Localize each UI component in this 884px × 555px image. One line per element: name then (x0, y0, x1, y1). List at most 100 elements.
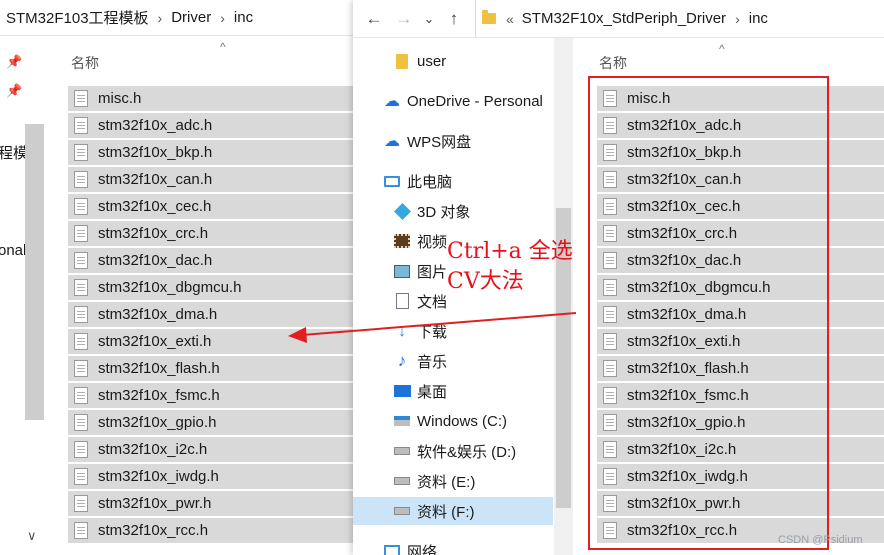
folder-icon (393, 53, 411, 69)
up-arrow-icon[interactable]: ↑ (439, 9, 469, 29)
file-row[interactable]: stm32f10x_can.h (597, 167, 884, 192)
file-row[interactable]: stm32f10x_gpio.h (597, 410, 884, 435)
nav-item-label[interactable]: onal (0, 242, 26, 259)
header-file-icon (74, 333, 88, 350)
breadcrumb-segment[interactable]: inc (749, 10, 768, 27)
file-name: stm32f10x_cec.h (627, 198, 741, 215)
nav-item-label[interactable]: 程模 (0, 142, 28, 163)
nav-item[interactable]: user (353, 47, 553, 75)
breadcrumb-segment[interactable]: STM32F103工程模板 (6, 7, 149, 28)
sort-ascending-icon[interactable]: ^ (220, 40, 226, 54)
computer-icon (383, 173, 401, 189)
nav-item[interactable]: 软件&娱乐 (D:) (353, 437, 553, 465)
nav-item[interactable]: 资料 (E:) (353, 467, 553, 495)
file-row[interactable]: stm32f10x_adc.h (597, 113, 884, 138)
file-name: stm32f10x_dbgmcu.h (627, 279, 771, 296)
recent-locations-chevron-icon[interactable]: ⌄ (419, 11, 439, 27)
nav-item-label: 视频 (417, 233, 448, 251)
nav-item[interactable]: 网络 (353, 537, 553, 555)
breadcrumb-chevron-icon[interactable]: › (158, 10, 163, 26)
file-row[interactable]: stm32f10x_cec.h (597, 194, 884, 219)
nav-item[interactable]: 资料 (F:) (353, 497, 553, 525)
file-row[interactable]: stm32f10x_i2c.h (68, 437, 353, 462)
file-row[interactable]: stm32f10x_adc.h (68, 113, 353, 138)
file-row[interactable]: misc.h (68, 86, 353, 111)
cloud-icon: ☁ (384, 133, 400, 150)
column-header-name[interactable]: 名称 (599, 53, 627, 73)
nav-item-label: user (417, 52, 447, 70)
file-row[interactable]: stm32f10x_gpio.h (68, 410, 353, 435)
left-address-bar[interactable]: STM32F103工程模板 › Driver › inc (0, 0, 353, 36)
file-row[interactable]: stm32f10x_fsmc.h (68, 383, 353, 408)
nav-item[interactable]: 3D 对象 (353, 197, 553, 225)
file-row[interactable]: stm32f10x_iwdg.h (68, 464, 353, 489)
back-arrow-icon[interactable]: ← (359, 9, 389, 29)
forward-arrow-icon[interactable]: → (389, 9, 419, 29)
file-row[interactable]: stm32f10x_rcc.h (68, 518, 353, 543)
nav-item-label: 3D 对象 (417, 203, 471, 221)
file-name: stm32f10x_gpio.h (627, 414, 746, 431)
header-file-icon (603, 441, 617, 458)
music-icon: ♪ (397, 351, 407, 370)
header-file-icon (603, 306, 617, 323)
nav-item[interactable]: ♪ 音乐 (353, 347, 553, 375)
file-row[interactable]: stm32f10x_i2c.h (597, 437, 884, 462)
file-name: stm32f10x_dac.h (98, 252, 213, 269)
file-row[interactable]: stm32f10x_bkp.h (597, 140, 884, 165)
file-row[interactable]: stm32f10x_dbgmcu.h (597, 275, 884, 300)
file-row[interactable]: stm32f10x_flash.h (597, 356, 884, 381)
nav-item[interactable]: 桌面 (353, 377, 553, 405)
nav-item[interactable]: 此电脑 (353, 167, 553, 195)
nav-item[interactable]: ☁ OneDrive - Personal (353, 87, 553, 115)
desktop-icon (393, 383, 411, 399)
nav-item-label: 桌面 (417, 383, 448, 401)
scroll-down-arrow-icon[interactable]: ∨ (27, 528, 37, 544)
file-row[interactable]: stm32f10x_dac.h (68, 248, 353, 273)
left-nav-scrollbar-thumb[interactable] (25, 124, 44, 420)
file-row[interactable]: stm32f10x_can.h (68, 167, 353, 192)
breadcrumb-chevron-icon[interactable]: › (220, 10, 225, 26)
header-file-icon (603, 252, 617, 269)
file-row[interactable]: stm32f10x_dbgmcu.h (68, 275, 353, 300)
breadcrumb-segment[interactable]: Driver (171, 9, 211, 26)
file-row[interactable]: stm32f10x_bkp.h (68, 140, 353, 165)
file-row[interactable]: stm32f10x_exti.h (597, 329, 884, 354)
header-file-icon (74, 279, 88, 296)
pin-icon[interactable]: 📌 (6, 54, 22, 69)
file-row[interactable]: stm32f10x_crc.h (597, 221, 884, 246)
nav-item-label: 图片 (417, 263, 448, 281)
file-row[interactable]: stm32f10x_flash.h (68, 356, 353, 381)
header-file-icon (74, 117, 88, 134)
file-row[interactable]: stm32f10x_pwr.h (597, 491, 884, 516)
file-name: stm32f10x_bkp.h (627, 144, 742, 161)
header-file-icon (74, 252, 88, 269)
file-name: stm32f10x_can.h (98, 171, 213, 188)
breadcrumb-chevron-icon[interactable]: › (735, 11, 740, 27)
file-row[interactable]: stm32f10x_dac.h (597, 248, 884, 273)
breadcrumb-segment[interactable]: STM32F10x_StdPeriph_Driver (522, 10, 726, 27)
file-row[interactable]: stm32f10x_fsmc.h (597, 383, 884, 408)
header-file-icon (74, 306, 88, 323)
nav-item-label: 此电脑 (407, 173, 453, 191)
file-row[interactable]: stm32f10x_dma.h (597, 302, 884, 327)
file-row[interactable]: stm32f10x_iwdg.h (597, 464, 884, 489)
right-address-bar[interactable]: « STM32F10x_StdPeriph_Driver › inc (475, 0, 768, 38)
file-name: stm32f10x_can.h (627, 171, 742, 188)
nav-item-label: 网络 (407, 543, 438, 555)
nav-item-label: 软件&娱乐 (D:) (417, 443, 517, 461)
header-file-icon (603, 387, 617, 404)
sort-ascending-icon[interactable]: ^ (719, 42, 725, 56)
file-row[interactable]: stm32f10x_cec.h (68, 194, 353, 219)
file-row[interactable]: misc.h (597, 86, 884, 111)
header-file-icon (74, 198, 88, 215)
file-row[interactable]: stm32f10x_pwr.h (68, 491, 353, 516)
file-name: misc.h (98, 90, 142, 107)
pin-icon[interactable]: 📌 (6, 83, 22, 98)
breadcrumb-overflow-icon[interactable]: « (506, 11, 514, 27)
column-header-name[interactable]: 名称 (71, 53, 99, 73)
nav-item[interactable]: Windows (C:) (353, 407, 553, 435)
file-name: stm32f10x_gpio.h (98, 414, 217, 431)
nav-item[interactable]: ☁ WPS网盘 (353, 127, 553, 155)
breadcrumb-segment[interactable]: inc (234, 9, 253, 26)
file-row[interactable]: stm32f10x_crc.h (68, 221, 353, 246)
